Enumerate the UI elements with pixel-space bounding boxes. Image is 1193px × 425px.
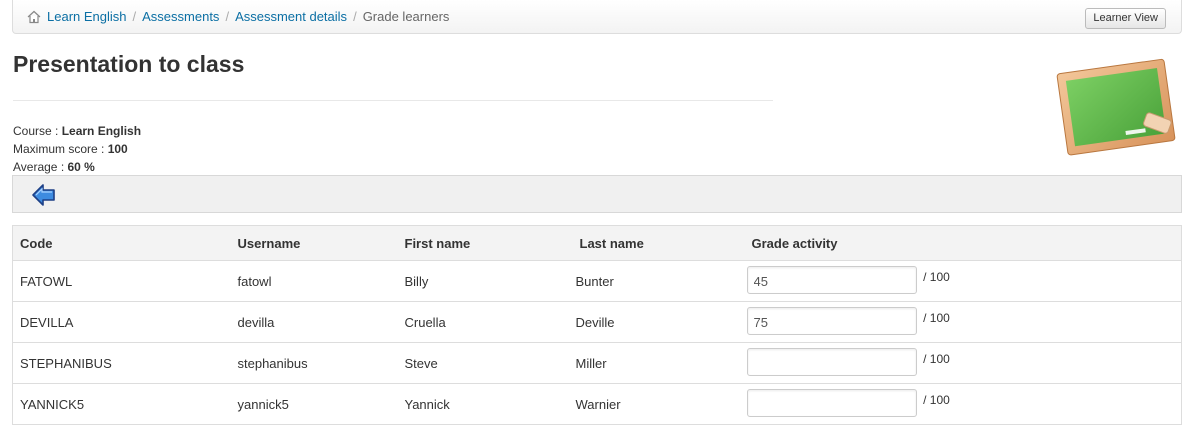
breadcrumb-separator: / xyxy=(353,9,357,24)
max-score-line: Maximum score : 100 xyxy=(13,140,141,158)
breadcrumb-link-learn-english[interactable]: Learn English xyxy=(47,9,127,25)
breadcrumb-bar: Learn English / Assessments / Assessment… xyxy=(12,0,1182,34)
cell-username: stephanibus xyxy=(226,342,394,384)
cell-last-name: Warnier xyxy=(575,396,621,412)
grade-max: / 100 xyxy=(923,311,950,326)
column-header-last-name[interactable]: Last name xyxy=(568,225,740,261)
cell-grade: / 100 xyxy=(739,342,1182,384)
cell-last-name: Miller xyxy=(568,342,740,384)
grade-max: / 100 xyxy=(923,352,950,367)
table-header-row: Code Username First name Last name Grade… xyxy=(12,225,1182,261)
cell-last-name: Deville xyxy=(568,301,740,343)
grades-table: Code Username First name Last name Grade… xyxy=(12,225,1182,425)
assessment-info: Course : Learn English Maximum score : 1… xyxy=(13,122,141,176)
course-line: Course : Learn English xyxy=(13,122,141,140)
breadcrumb-current: Grade learners xyxy=(362,9,450,24)
column-header-first-name[interactable]: First name xyxy=(393,225,569,261)
table-row: DEVILLA devilla Cruella Deville / 100 xyxy=(12,301,1182,343)
cell-first-name: Billy xyxy=(393,260,569,302)
column-header-username[interactable]: Username xyxy=(226,225,394,261)
max-score-label: Maximum score : xyxy=(13,142,108,156)
breadcrumb: Learn English / Assessments / Assessment… xyxy=(27,9,449,25)
average-label: Average : xyxy=(13,160,68,174)
column-header-grade-activity: Grade activity xyxy=(739,225,1182,261)
table-row: STEPHANIBUS stephanibus Steve Miller / 1… xyxy=(12,342,1182,384)
breadcrumb-separator: / xyxy=(225,9,230,24)
course-label: Course : xyxy=(13,124,62,138)
course-value: Learn English xyxy=(61,124,142,138)
cell-last-name: Bunter xyxy=(568,260,740,302)
table-row: YANNICK5 yannick5 Yannick Warnier / 100 xyxy=(13,384,1182,425)
cell-code: DEVILLA xyxy=(12,301,227,343)
title-divider xyxy=(13,100,773,101)
average-line: Average : 60 % xyxy=(13,158,141,176)
cell-grade: / 100 xyxy=(740,384,1182,425)
breadcrumb-link-assessments[interactable]: Assessments xyxy=(142,9,219,25)
column-header-code[interactable]: Code xyxy=(12,225,227,261)
grade-input[interactable] xyxy=(746,389,917,417)
back-arrow-icon[interactable] xyxy=(31,182,57,208)
table-row: FATOWL fatowl Billy Bunter / 100 xyxy=(12,260,1182,302)
home-icon[interactable] xyxy=(27,10,41,24)
cell-username: devilla xyxy=(226,301,394,343)
average-value: 60 % xyxy=(67,160,95,174)
cell-code: STEPHANIBUS xyxy=(12,342,227,384)
grade-max: / 100 xyxy=(923,393,950,408)
grade-input[interactable] xyxy=(746,348,917,376)
page-title: Presentation to class xyxy=(13,51,245,77)
breadcrumb-separator: / xyxy=(132,9,137,24)
cell-first-name: Steve xyxy=(393,342,569,384)
toolbar xyxy=(12,175,1182,213)
cell-username: yannick5 xyxy=(237,396,289,412)
cell-code: YANNICK5 xyxy=(20,396,85,412)
cell-grade: / 100 xyxy=(739,301,1182,343)
learner-view-button[interactable]: Learner View xyxy=(1085,8,1166,29)
grade-input[interactable] xyxy=(746,266,917,294)
cell-code: FATOWL xyxy=(12,260,227,302)
cell-username: fatowl xyxy=(226,260,394,302)
chalkboard-icon xyxy=(1056,58,1176,156)
cell-first-name: Yannick xyxy=(404,396,450,412)
cell-grade: / 100 xyxy=(739,260,1182,302)
grade-input[interactable] xyxy=(746,307,917,335)
breadcrumb-link-assessment-details[interactable]: Assessment details xyxy=(235,9,347,25)
max-score-value: 100 xyxy=(107,142,128,156)
cell-first-name: Cruella xyxy=(393,301,569,343)
grade-max: / 100 xyxy=(923,270,950,285)
